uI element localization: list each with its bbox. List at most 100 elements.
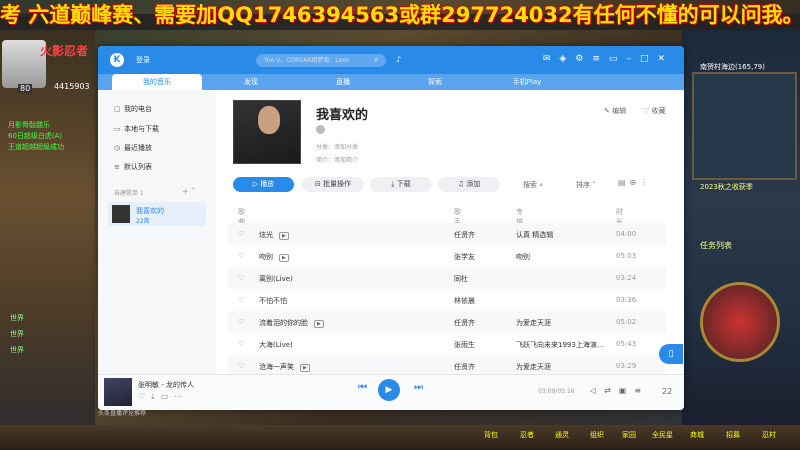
message-icon[interactable]: ✉ (543, 54, 560, 64)
song-singer[interactable]: 林依晨 (454, 296, 475, 306)
chat-channel[interactable]: 世界 (10, 310, 95, 326)
now-playing-title[interactable]: 张明敏 - 龙的传人 (138, 380, 194, 390)
task-list-title[interactable]: 任务列表 (700, 240, 732, 251)
bottom-menu-item[interactable]: 背包 (484, 430, 498, 440)
boss-portrait[interactable] (700, 282, 780, 362)
add-button[interactable]: ♫ 添加 (438, 177, 500, 192)
now-playing-cover[interactable] (104, 378, 132, 406)
maximize-icon[interactable]: □ (640, 54, 658, 64)
song-singer[interactable]: 同杜 (454, 274, 468, 284)
edit-button[interactable]: ✎ 编辑 (604, 106, 626, 116)
play-pause-button[interactable]: ▶ (378, 379, 400, 401)
download-icon[interactable]: ⤓ (151, 392, 161, 401)
song-album[interactable]: 飞跃飞向未来1993上海演... (516, 340, 604, 350)
song-singer[interactable]: 任贤齐 (454, 362, 475, 372)
song-row[interactable]: ♡ 离别(Live) 同杜 03:24 (228, 267, 666, 289)
heart-icon[interactable]: ♡ (238, 252, 244, 260)
song-row[interactable]: ♡ 炫光 ▶ 任贤齐 认真 精选辑 04:00 (228, 223, 666, 245)
mv-icon[interactable]: ▶ (279, 254, 289, 262)
queue-count[interactable]: 22 (662, 387, 672, 396)
song-row[interactable]: ♡ 大海(Live) 张雨生 飞跃飞向未来1993上海演... 05:43 (228, 333, 666, 355)
song-singer[interactable]: 张雨生 (454, 340, 475, 350)
comment-icon[interactable]: ▭ (161, 392, 175, 401)
song-row[interactable]: ♡ 吻别 ▶ 张学友 吻别 05:03 (228, 245, 666, 267)
heart-icon[interactable]: ♡ (238, 318, 244, 326)
play-all-button[interactable]: ▷ 播放 (233, 177, 294, 192)
sidebar-item-default-list[interactable]: ≡ 默认列表 (114, 162, 152, 172)
search-icon[interactable]: ⌕ (374, 55, 378, 65)
loop-icon[interactable]: ⇄ (604, 386, 619, 395)
song-singer[interactable]: 任贤齐 (454, 230, 475, 240)
song-album[interactable]: 认真 精选辑 (516, 230, 553, 240)
heart-icon[interactable]: ♡ (238, 230, 244, 238)
close-icon[interactable]: ✕ (657, 54, 674, 64)
tab-mobile-play[interactable]: 手机Play (482, 74, 572, 90)
volume-icon[interactable]: ◁ (590, 386, 604, 395)
song-singer[interactable]: 任贤齐 (454, 318, 475, 328)
song-row[interactable]: ♡ 沧海一声笑 ▶ 任贤齐 为爱走天涯 03:29 (228, 355, 666, 374)
mic-icon[interactable]: ♪ (396, 55, 401, 64)
sidebar-item-radio[interactable]: ▢ 我的电台 (114, 104, 152, 114)
bottom-menu-item[interactable]: 忍村 (762, 430, 776, 440)
mv-icon[interactable]: ▶ (314, 320, 324, 328)
add-playlist-icon[interactable]: + ˄ (182, 187, 195, 196)
heart-icon[interactable]: ♡ (238, 296, 244, 304)
mv-icon[interactable]: ▶ (279, 232, 289, 240)
menu-icon[interactable]: ≡ (592, 54, 609, 64)
tab-my-music[interactable]: 我的音乐 (112, 74, 202, 90)
sidebar-item-recent[interactable]: ◷ 最近播放 (114, 143, 152, 153)
quest-item[interactable]: 王道超越超级成功 (8, 142, 93, 153)
quest-item[interactable]: 月影骨骷髅乐 (8, 120, 93, 131)
song-album[interactable]: 吻别 (516, 252, 530, 262)
song-row[interactable]: ♡ 流着泪的你的脸 ▶ 任贤齐 为爱走天涯 05:02 (228, 311, 666, 333)
playlist-icon[interactable]: ≡ (634, 386, 649, 395)
heart-icon[interactable]: ♡ (138, 392, 151, 401)
minimize-icon[interactable]: – (626, 54, 640, 64)
mini-mode-icon[interactable]: ▭ (609, 54, 627, 64)
tab-live[interactable]: 直播 (298, 74, 388, 90)
previous-button[interactable]: ⏮ (358, 382, 367, 393)
app-logo-icon[interactable]: K (110, 53, 124, 67)
tab-discover[interactable]: 发现 (206, 74, 296, 90)
favorite-button[interactable]: ♡ 收藏 (643, 106, 666, 116)
sidebar-item-local[interactable]: ▭ 本地与下载 (114, 124, 159, 134)
next-button[interactable]: ⏭ (414, 382, 423, 393)
bottom-menu-item[interactable]: 家园 (622, 430, 636, 440)
settings-icon[interactable]: ⚙ (575, 54, 592, 64)
list-view-icon[interactable]: ▤ (618, 178, 630, 187)
list-search-button[interactable]: 搜索 ⌕ (523, 180, 543, 190)
quest-item[interactable]: 60日超级白虎(A) (8, 131, 93, 142)
tab-explore[interactable]: 探索 (390, 74, 480, 90)
playlist-intro[interactable]: 简介：添加简介 (316, 155, 358, 164)
creator-avatar[interactable] (316, 125, 325, 134)
bottom-menu-item[interactable]: 商城 (690, 430, 704, 440)
download-button[interactable]: ⤓ 下载 (370, 177, 432, 192)
search-input[interactable]: Yoo V、CORSAK胡梦周、Leon (256, 54, 386, 67)
more-icon[interactable]: ⋯ (174, 392, 188, 401)
more-icon[interactable]: ⋮ (640, 178, 652, 187)
event-badge[interactable]: 2023秋之收获季 (700, 182, 753, 192)
song-album[interactable]: 为爱走天涯 (516, 362, 551, 372)
sort-dropdown[interactable]: 排序 ˅ (576, 180, 596, 190)
bottom-menu-item[interactable]: 组织 (590, 430, 604, 440)
batch-button[interactable]: ⊟ 批量操作 (302, 177, 364, 192)
song-row[interactable]: ♡ 不怕不怕 林依晨 03:36 (228, 289, 666, 311)
mobile-float-button[interactable]: ▯ (659, 344, 683, 364)
mv-icon[interactable]: ▶ (300, 364, 310, 372)
heart-icon[interactable]: ♡ (238, 274, 244, 282)
minimap[interactable] (692, 72, 797, 180)
download-all-icon[interactable]: ⊕ (630, 178, 641, 187)
skin-icon[interactable]: ◈ (559, 54, 575, 64)
song-singer[interactable]: 张学友 (454, 252, 475, 262)
heart-icon[interactable]: ♡ (238, 362, 244, 370)
chat-channel[interactable]: 世界 (10, 326, 95, 342)
song-album[interactable]: 为爱走天涯 (516, 318, 551, 328)
heart-icon[interactable]: ♡ (238, 340, 244, 348)
login-link[interactable]: 登录 (136, 55, 150, 65)
bottom-menu-item[interactable]: 招募 (726, 430, 740, 440)
playlist-category[interactable]: 分类：添加分类 (316, 142, 358, 151)
bottom-menu-item[interactable]: 通灵 (555, 430, 569, 440)
quality-icon[interactable]: ▣ (619, 386, 635, 395)
chat-channel[interactable]: 世界 (10, 342, 95, 358)
bottom-menu-item[interactable]: 忍者 (520, 430, 534, 440)
